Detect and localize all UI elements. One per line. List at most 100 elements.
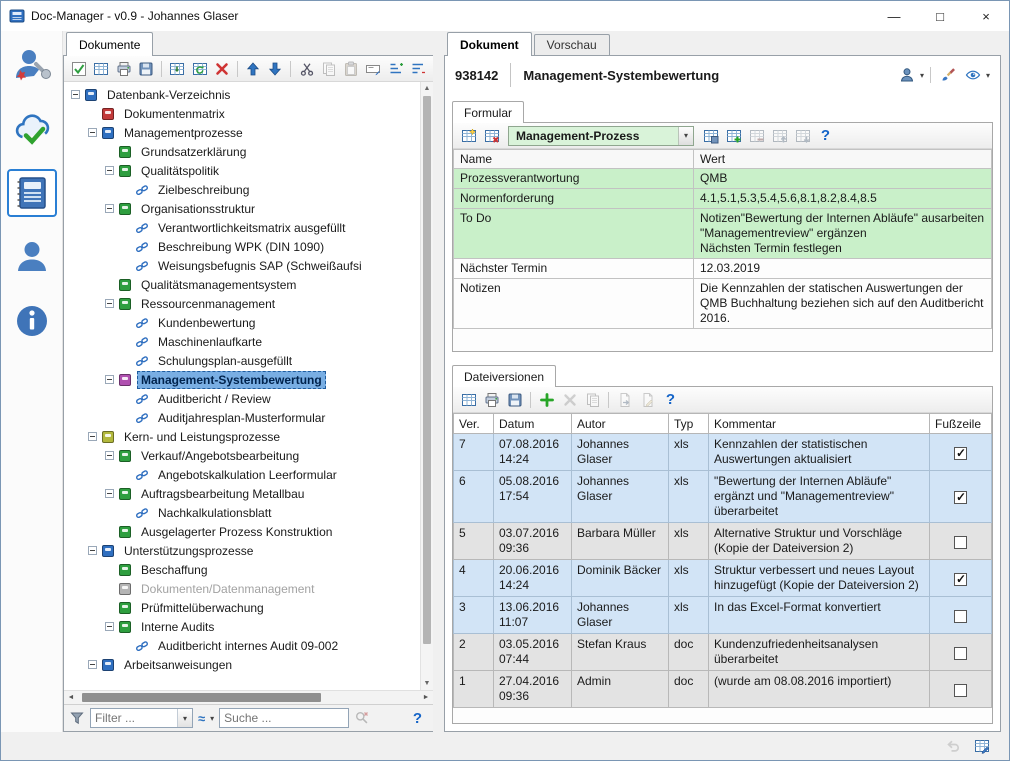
- tree-expander[interactable]: [105, 299, 114, 308]
- eye-icon[interactable]: [963, 65, 984, 86]
- versions-column-typ[interactable]: Typ: [669, 414, 709, 434]
- form-row[interactable]: Nächster Termin12.03.2019: [454, 259, 992, 279]
- tree-item[interactable]: Kundenbewertung: [67, 313, 418, 332]
- tree-item[interactable]: Auditbericht / Review: [67, 389, 418, 408]
- scroll-up-arrow[interactable]: ▲: [421, 82, 433, 95]
- footer-checkbox[interactable]: [954, 491, 967, 504]
- tree-expander[interactable]: [88, 546, 97, 555]
- tree-expander[interactable]: [105, 451, 114, 460]
- sidebar-item-sync[interactable]: [7, 105, 57, 153]
- versions-column-fusszeile[interactable]: Fußzeile: [930, 414, 992, 434]
- form-column-name[interactable]: Name: [454, 150, 694, 169]
- table-edit-icon[interactable]: [971, 736, 992, 757]
- table-refresh-icon[interactable]: [189, 58, 209, 79]
- footer-checkbox[interactable]: [954, 573, 967, 586]
- form-delete-icon[interactable]: [481, 125, 502, 146]
- filter-input[interactable]: [91, 709, 177, 727]
- tab-dokumente[interactable]: Dokumente: [66, 32, 153, 56]
- edit-field-icon[interactable]: [363, 58, 383, 79]
- user-button[interactable]: ▾: [896, 65, 924, 86]
- tree-item[interactable]: Angebotskalkulation Leerformular: [67, 465, 418, 484]
- footer-checkbox[interactable]: [954, 610, 967, 623]
- sidebar-item-users[interactable]: [7, 233, 57, 281]
- tree-item[interactable]: Qualitätspolitik: [67, 161, 418, 180]
- form-column-wert[interactable]: Wert: [694, 150, 992, 169]
- tree-item[interactable]: Zielbeschreibung: [67, 180, 418, 199]
- search-input[interactable]: [220, 709, 348, 727]
- help-icon[interactable]: ?: [413, 710, 422, 727]
- tree-item[interactable]: Beschreibung WPK (DIN 1090): [67, 237, 418, 256]
- tab-vorschau[interactable]: Vorschau: [534, 34, 610, 55]
- footer-checkbox[interactable]: [954, 647, 967, 660]
- maximize-button[interactable]: □: [917, 1, 963, 31]
- versions-column-ver[interactable]: Ver.: [454, 414, 494, 434]
- chevron-down-icon[interactable]: ▾: [986, 71, 990, 80]
- version-row[interactable]: 313.06.201611:07Johannes GlaserxlsIn das…: [454, 597, 992, 634]
- chevron-down-icon[interactable]: ▾: [920, 71, 924, 80]
- scroll-left-arrow[interactable]: ◄: [64, 691, 78, 704]
- tree-item[interactable]: Managementprozesse: [67, 123, 418, 142]
- close-button[interactable]: ×: [963, 1, 1009, 31]
- expand-all-icon[interactable]: [386, 58, 406, 79]
- tree-item[interactable]: Ausgelagerter Prozess Konstruktion: [67, 522, 418, 541]
- combo-dropdown-icon[interactable]: ▾: [678, 127, 693, 145]
- tree-vertical-scrollbar[interactable]: ▲ ▼: [420, 82, 433, 690]
- version-row[interactable]: 203.05.201607:44Stefan KrausdocKundenzuf…: [454, 634, 992, 671]
- panel-splitter[interactable]: [433, 31, 444, 732]
- fuzzy-search-icon[interactable]: ≈: [198, 711, 204, 726]
- tree-item[interactable]: Organisationsstruktur: [67, 199, 418, 218]
- tree-expander[interactable]: [105, 204, 114, 213]
- sidebar-item-info[interactable]: [7, 297, 57, 345]
- form-row[interactable]: ProzessverantwortungQMB: [454, 169, 992, 189]
- tree-horizontal-scrollbar[interactable]: ◄ ►: [64, 690, 433, 704]
- arrow-down-icon[interactable]: [265, 58, 285, 79]
- footer-checkbox[interactable]: [954, 447, 967, 460]
- versions-column-datum[interactable]: Datum: [494, 414, 572, 434]
- filter-dropdown-icon[interactable]: ▾: [177, 709, 192, 727]
- version-row[interactable]: 605.08.201617:54Johannes Glaserxls"Bewer…: [454, 471, 992, 523]
- tree-item[interactable]: Auditjahresplan-Musterformular: [67, 408, 418, 427]
- tree-item[interactable]: Dokumentenmatrix: [67, 104, 418, 123]
- footer-checkbox[interactable]: [954, 684, 967, 697]
- tab-dokument[interactable]: Dokument: [447, 32, 532, 56]
- version-row[interactable]: 127.04.201609:36Admindoc(wurde am 08.08.…: [454, 671, 992, 708]
- check-box-icon[interactable]: [69, 58, 89, 79]
- tree-expander[interactable]: [88, 432, 97, 441]
- horizontal-scroll-track[interactable]: [78, 691, 419, 704]
- version-row[interactable]: 420.06.201614:24Dominik BäckerxlsStruktu…: [454, 560, 992, 597]
- tree-item[interactable]: Beschaffung: [67, 560, 418, 579]
- tree-item[interactable]: Verantwortlichkeitsmatrix ausgefüllt: [67, 218, 418, 237]
- brush-icon[interactable]: [938, 65, 959, 86]
- tree-item[interactable]: Maschinenlaufkarte: [67, 332, 418, 351]
- tree-item[interactable]: Datenbank-Verzeichnis: [67, 85, 418, 104]
- delete-red-icon[interactable]: [212, 58, 232, 79]
- arrow-up-icon[interactable]: [243, 58, 263, 79]
- versions-column-autor[interactable]: Autor: [572, 414, 669, 434]
- scroll-down-arrow[interactable]: ▼: [421, 677, 433, 690]
- eye-button[interactable]: ▾: [962, 65, 990, 86]
- form-row[interactable]: NotizenDie Kennzahlen der statischen Aus…: [454, 279, 992, 329]
- tree-item[interactable]: Unterstützungsprozesse: [67, 541, 418, 560]
- form-row[interactable]: Normenforderung4.1,5.1,5.3,5.4,5.6,8.1,8…: [454, 189, 992, 209]
- form-new-icon[interactable]: [458, 125, 479, 146]
- print-icon[interactable]: [114, 58, 134, 79]
- cut-icon[interactable]: [296, 58, 316, 79]
- form-field-value[interactable]: Notizen"Bewertung der Internen Abläufe" …: [694, 209, 992, 259]
- tree-item[interactable]: Ressourcenmanagement: [67, 294, 418, 313]
- tree-item[interactable]: Management-Systembewertung: [67, 370, 418, 389]
- user-icon[interactable]: [897, 65, 918, 86]
- tree-item[interactable]: Weisungsbefugnis SAP (Schweißaufsi: [67, 256, 418, 275]
- tree-expander[interactable]: [88, 128, 97, 137]
- form-field-value[interactable]: 12.03.2019: [694, 259, 992, 279]
- table-save-icon[interactable]: [700, 125, 721, 146]
- vertical-scroll-thumb[interactable]: [423, 96, 431, 644]
- search-mode-dropdown-icon[interactable]: ▾: [210, 714, 214, 723]
- horizontal-scroll-thumb[interactable]: [82, 693, 321, 702]
- tree-item[interactable]: Kern- und Leistungsprozesse: [67, 427, 418, 446]
- tree-item[interactable]: Nachkalkulationsblatt: [67, 503, 418, 522]
- table-icon[interactable]: [458, 389, 479, 410]
- collapse-all-icon[interactable]: [408, 58, 428, 79]
- tree-item[interactable]: Qualitätsmanagementsystem: [67, 275, 418, 294]
- table-add-icon[interactable]: [723, 125, 744, 146]
- tree-item[interactable]: Arbeitsanweisungen: [67, 655, 418, 674]
